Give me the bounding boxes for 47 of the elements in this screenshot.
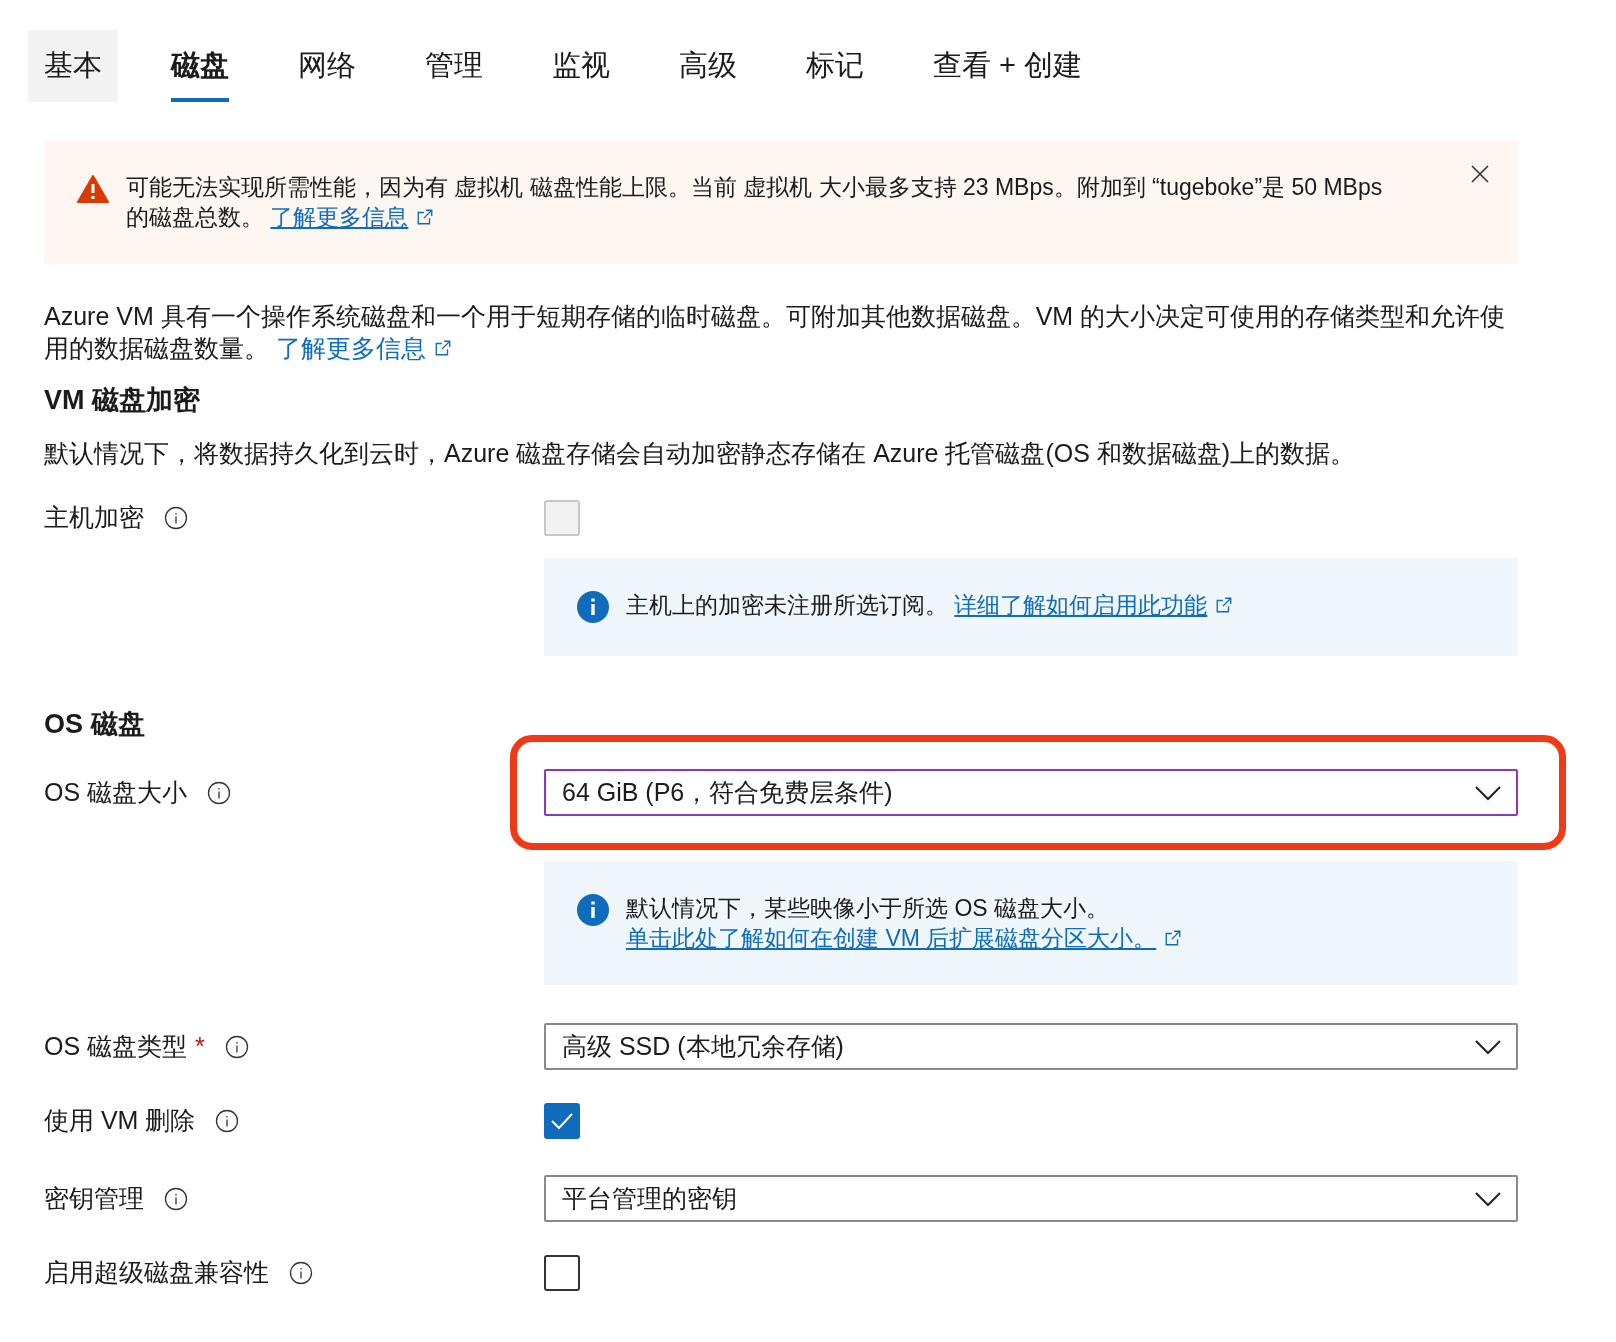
info-icon[interactable] <box>164 1186 188 1211</box>
tab[interactable]: 网络 <box>282 30 372 102</box>
learn-more-link[interactable]: 了解更多信息 <box>270 202 435 232</box>
info-icon[interactable] <box>207 780 232 805</box>
notice-text: 主机上的加密未注册所选订阅。 详细了解如何启用此功能 <box>626 590 1234 624</box>
dropdown[interactable]: 64 GiB (P6，符合免费层条件) <box>544 769 1518 816</box>
chevron-down-icon <box>1474 1189 1502 1208</box>
chevron-down-icon <box>1474 1037 1502 1056</box>
learn-more-link[interactable]: 了解更多信息 <box>275 332 452 364</box>
learn-more-link[interactable]: 单击此处了解如何在创建 VM 后扩展磁盘分区大小。 <box>626 922 1183 953</box>
dropdown[interactable]: 平台管理的密钥 <box>544 1175 1518 1222</box>
tab[interactable]: 监视 <box>536 30 626 102</box>
warning-message: 可能无法实现所需性能，因为有 虚拟机 磁盘性能上限。当前 虚拟机 大小最多支持 23 MBps。附加到 “tugeboke”是 50 MBps 的磁盘总数。 了解更多信息 <box>126 173 1384 232</box>
section-description: 默认情况下，将数据持久化到云时，Azure 磁盘存储会自动加密静态存储在 Azure 托管磁盘(OS 和数据磁盘)上的数据。 <box>44 437 1357 469</box>
tab[interactable]: 标记 <box>790 30 880 102</box>
section-heading: OS 磁盘 <box>44 708 146 741</box>
close-button[interactable] <box>1470 164 1490 184</box>
intro-text: Azure VM 具有一个操作系统磁盘和一个用于短期存储的临时磁盘。可附加其他数据磁盘。VM 的大小决定可使用的存储类型和允许使用的数据磁盘数量。 了解更多信息 <box>44 301 1507 364</box>
external-link-icon <box>1164 928 1183 947</box>
field-label: OS 磁盘类型 <box>44 1030 188 1062</box>
tab[interactable]: 查看 + 创建 <box>917 30 1099 102</box>
info-icon[interactable] <box>224 1034 249 1059</box>
field-label: 主机加密 <box>44 502 144 534</box>
chevron-down-icon <box>1474 783 1502 802</box>
tab[interactable]: 高级 <box>663 30 753 102</box>
tab[interactable]: 基本 <box>28 30 118 102</box>
info-icon[interactable] <box>215 1108 240 1133</box>
external-link-icon <box>1215 596 1234 614</box>
field-label: OS 磁盘大小 <box>44 776 188 808</box>
external-link-icon <box>416 208 435 226</box>
info-icon <box>576 892 610 927</box>
warning-icon <box>76 174 110 204</box>
info-icon <box>576 590 610 624</box>
dropdown[interactable]: 高级 SSD (本地冗余存储) <box>544 1023 1518 1070</box>
info-icon[interactable] <box>164 506 188 530</box>
field-label: 使用 VM 删除 <box>44 1104 196 1136</box>
field-label: 启用超级磁盘兼容性 <box>44 1256 269 1288</box>
external-link-icon <box>433 339 452 357</box>
tab[interactable]: 磁盘 <box>155 30 245 102</box>
section-heading: VM 磁盘加密 <box>44 384 201 417</box>
checkbox[interactable] <box>544 1254 580 1291</box>
notice-text: 默认情况下，某些映像小于所选 OS 磁盘大小。 单击此处了解如何在创建 VM 后扩展磁盘分区大小。 <box>626 892 1486 953</box>
field-label: 密钥管理 <box>44 1182 144 1214</box>
checkbox[interactable] <box>544 1102 580 1139</box>
info-icon[interactable] <box>289 1260 313 1285</box>
tab[interactable]: 管理 <box>409 30 499 102</box>
required-asterisk: * <box>195 1030 205 1062</box>
